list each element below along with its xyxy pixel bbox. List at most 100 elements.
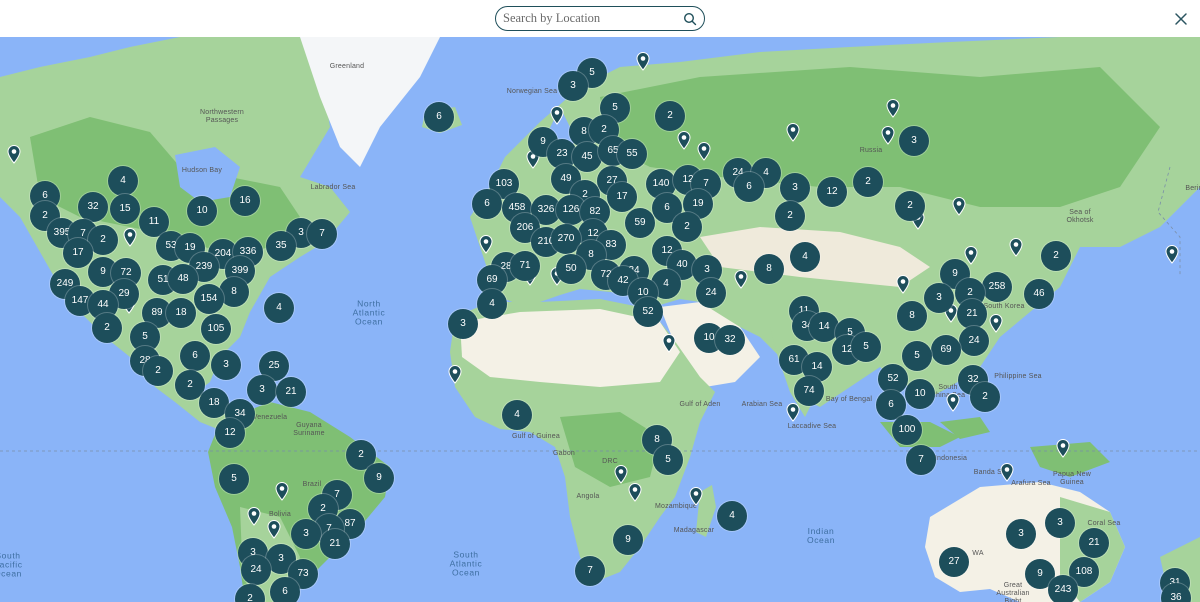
location-pin-icon[interactable]	[964, 246, 978, 265]
location-cluster[interactable]: 55	[617, 139, 647, 169]
location-cluster[interactable]: 17	[63, 238, 93, 268]
location-cluster[interactable]: 2	[895, 191, 925, 221]
location-cluster[interactable]: 3	[924, 283, 954, 313]
location-cluster[interactable]: 21	[1079, 528, 1109, 558]
location-cluster[interactable]: 21	[320, 529, 350, 559]
location-cluster[interactable]: 2	[92, 313, 122, 343]
location-cluster[interactable]: 35	[266, 231, 296, 261]
location-cluster[interactable]: 2	[672, 212, 702, 242]
location-cluster[interactable]: 3	[1045, 508, 1075, 538]
location-pin-icon[interactable]	[1165, 245, 1179, 264]
location-cluster[interactable]: 4	[264, 293, 294, 323]
location-cluster[interactable]: 4	[477, 289, 507, 319]
location-cluster[interactable]: 2	[143, 356, 173, 386]
location-cluster[interactable]: 14	[809, 312, 839, 342]
location-cluster[interactable]: 5	[219, 464, 249, 494]
location-cluster[interactable]: 15	[110, 194, 140, 224]
location-pin-icon[interactable]	[636, 52, 650, 71]
location-cluster[interactable]: 7	[906, 445, 936, 475]
location-cluster[interactable]: 2	[775, 201, 805, 231]
location-cluster[interactable]: 3	[780, 173, 810, 203]
location-pin-icon[interactable]	[550, 106, 564, 125]
close-icon[interactable]	[1172, 10, 1190, 28]
location-cluster[interactable]: 4	[108, 166, 138, 196]
location-cluster[interactable]: 154	[194, 284, 224, 314]
location-cluster[interactable]: 16	[230, 186, 260, 216]
location-pin-icon[interactable]	[448, 365, 462, 384]
location-pin-icon[interactable]	[946, 393, 960, 412]
location-pin-icon[interactable]	[614, 465, 628, 484]
location-cluster[interactable]: 2	[970, 382, 1000, 412]
location-cluster[interactable]: 9	[364, 463, 394, 493]
location-cluster[interactable]: 12	[215, 418, 245, 448]
location-cluster[interactable]: 4	[717, 501, 747, 531]
location-pin-icon[interactable]	[881, 126, 895, 145]
location-pin-icon[interactable]	[1056, 439, 1070, 458]
location-pin-icon[interactable]	[247, 507, 261, 526]
location-cluster[interactable]: 8	[897, 301, 927, 331]
location-pin-icon[interactable]	[628, 483, 642, 502]
location-cluster[interactable]: 32	[715, 325, 745, 355]
location-pin-icon[interactable]	[1000, 463, 1014, 482]
location-pin-icon[interactable]	[786, 403, 800, 422]
location-cluster[interactable]: 5	[653, 445, 683, 475]
location-pin-icon[interactable]	[267, 520, 281, 539]
location-pin-icon[interactable]	[734, 270, 748, 289]
location-pin-icon[interactable]	[677, 131, 691, 150]
search-input[interactable]	[503, 10, 673, 27]
location-cluster[interactable]: 3	[211, 350, 241, 380]
location-pin-icon[interactable]	[952, 197, 966, 216]
location-cluster[interactable]: 258	[982, 272, 1012, 302]
location-cluster[interactable]: 24	[696, 278, 726, 308]
location-cluster[interactable]: 5	[902, 341, 932, 371]
location-cluster[interactable]: 18	[166, 298, 196, 328]
location-pin-icon[interactable]	[786, 123, 800, 142]
location-cluster[interactable]: 48	[168, 264, 198, 294]
location-pin-icon[interactable]	[275, 482, 289, 501]
location-pin-icon[interactable]	[689, 487, 703, 506]
search-icon[interactable]	[683, 12, 697, 26]
location-pin-icon[interactable]	[662, 334, 676, 353]
location-cluster[interactable]: 7	[307, 219, 337, 249]
location-pin-icon[interactable]	[123, 228, 137, 247]
location-cluster[interactable]: 71	[510, 251, 540, 281]
location-cluster[interactable]: 3	[899, 126, 929, 156]
location-cluster[interactable]: 10	[187, 196, 217, 226]
location-pin-icon[interactable]	[479, 235, 493, 254]
location-cluster[interactable]: 32	[78, 192, 108, 222]
location-cluster[interactable]: 6	[180, 341, 210, 371]
location-cluster[interactable]: 27	[939, 547, 969, 577]
location-cluster[interactable]: 9	[613, 525, 643, 555]
location-cluster[interactable]: 4	[502, 400, 532, 430]
location-pin-icon[interactable]	[697, 142, 711, 161]
location-cluster[interactable]: 10	[905, 379, 935, 409]
world-map[interactable]: North Atlantic Ocean South Atlantic Ocean…	[0, 37, 1200, 602]
location-pin-icon[interactable]	[886, 99, 900, 118]
location-search[interactable]	[495, 6, 705, 31]
location-cluster[interactable]: 3	[1006, 519, 1036, 549]
location-cluster[interactable]: 3	[247, 375, 277, 405]
location-cluster[interactable]: 100	[892, 415, 922, 445]
location-cluster[interactable]: 105	[201, 314, 231, 344]
location-cluster[interactable]: 4	[790, 242, 820, 272]
location-cluster[interactable]: 59	[625, 208, 655, 238]
location-cluster[interactable]: 12	[817, 177, 847, 207]
location-cluster[interactable]: 46	[1024, 279, 1054, 309]
location-cluster[interactable]: 74	[794, 376, 824, 406]
location-cluster[interactable]: 6	[270, 577, 300, 602]
location-cluster[interactable]: 52	[633, 297, 663, 327]
location-cluster[interactable]: 7	[575, 556, 605, 586]
location-cluster[interactable]: 243	[1048, 575, 1078, 602]
location-cluster[interactable]: 2	[853, 167, 883, 197]
location-cluster[interactable]: 69	[931, 335, 961, 365]
location-cluster[interactable]: 24	[959, 326, 989, 356]
location-cluster[interactable]: 5	[851, 332, 881, 362]
location-cluster[interactable]: 21	[276, 377, 306, 407]
location-cluster[interactable]: 6	[472, 189, 502, 219]
location-cluster[interactable]: 21	[957, 299, 987, 329]
location-cluster[interactable]: 2	[655, 101, 685, 131]
location-pin-icon[interactable]	[989, 314, 1003, 333]
location-pin-icon[interactable]	[896, 275, 910, 294]
location-pin-icon[interactable]	[7, 145, 21, 164]
location-pin-icon[interactable]	[1009, 238, 1023, 257]
